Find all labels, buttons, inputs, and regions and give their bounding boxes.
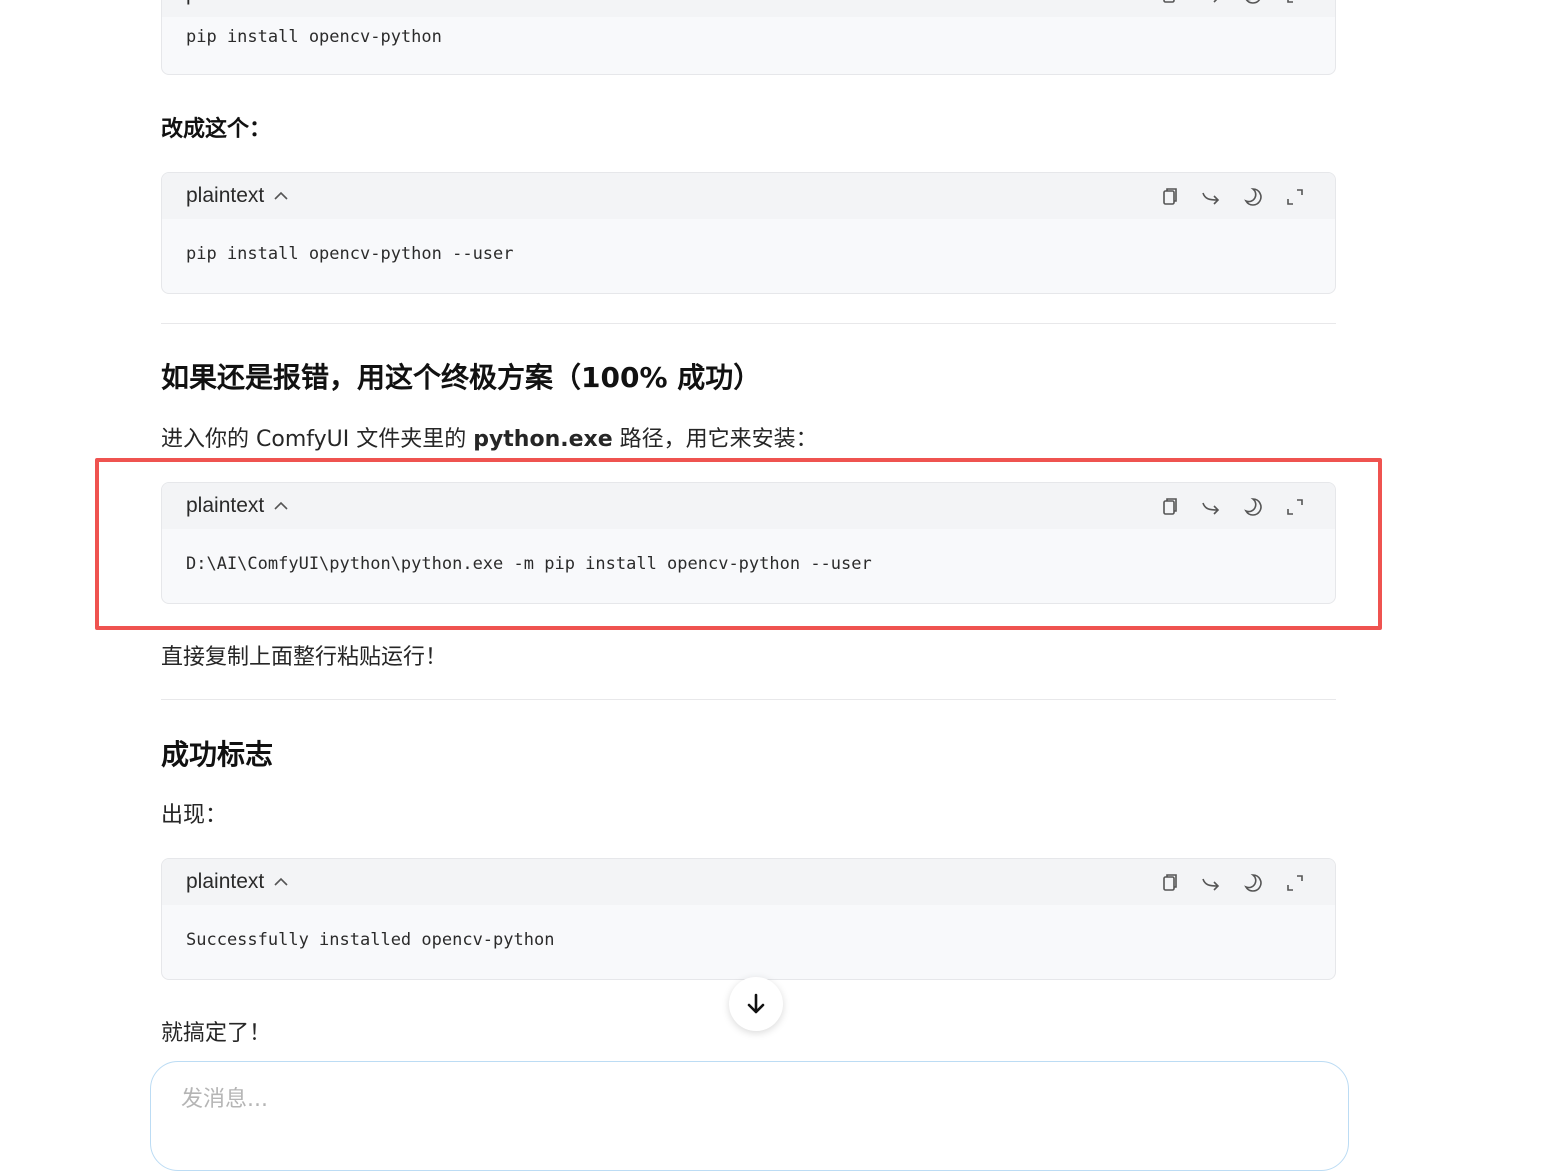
- theme-icon[interactable]: [1241, 871, 1265, 895]
- code-block-2: plaintext pip install opencv-python --us…: [161, 172, 1336, 294]
- copy-icon[interactable]: [1157, 185, 1181, 209]
- code-text: pip install opencv-python --user: [186, 244, 514, 264]
- expand-icon[interactable]: [1283, 185, 1307, 209]
- code-text: Successfully installed opencv-python: [186, 930, 555, 950]
- expand-icon[interactable]: [1283, 871, 1307, 895]
- code-toolbar: [1157, 871, 1317, 895]
- intro-bold: python.exe: [473, 427, 613, 452]
- code-toolbar: [1157, 185, 1317, 209]
- share-icon[interactable]: [1199, 0, 1223, 7]
- code-block-header: plaintext: [162, 859, 1335, 905]
- success-intro: 出现：: [161, 803, 228, 828]
- chevron-up-icon[interactable]: [272, 873, 290, 891]
- code-language-label: plaintext: [186, 0, 264, 6]
- code-toolbar: [1157, 0, 1317, 7]
- share-icon[interactable]: [1199, 871, 1223, 895]
- section-heading-success: 成功标志: [161, 738, 274, 771]
- code-language-label: plaintext: [186, 870, 265, 893]
- section-heading-fallback: 如果还是报错，用这个终极方案（100% 成功）: [161, 361, 762, 394]
- code-block-1: plaintext pip install opencv-python: [161, 0, 1336, 75]
- arrow-down-icon: [747, 993, 765, 1014]
- theme-icon[interactable]: [1241, 185, 1265, 209]
- chevron-up-icon[interactable]: [272, 187, 290, 205]
- divider: [161, 699, 1336, 700]
- code-text: pip install opencv-python: [186, 27, 442, 47]
- chevron-up-icon[interactable]: [272, 0, 290, 3]
- copy-instruction: 直接复制上面整行粘贴运行！: [161, 645, 448, 670]
- code-block-header: plaintext: [162, 173, 1335, 219]
- code-language-label: plaintext: [186, 184, 265, 207]
- copy-icon[interactable]: [1157, 871, 1181, 895]
- intro-text-end: 路径，用它来安装：: [612, 427, 818, 452]
- change-to-label: 改成这个：: [161, 117, 272, 142]
- expand-icon[interactable]: [1283, 0, 1307, 7]
- message-composer: [150, 1061, 1349, 1171]
- scroll-to-bottom-button[interactable]: [729, 977, 783, 1031]
- code-block-4: plaintext Successfully installed opencv-…: [161, 858, 1336, 980]
- divider: [161, 323, 1336, 324]
- copy-icon[interactable]: [1157, 0, 1181, 7]
- theme-icon[interactable]: [1241, 0, 1265, 7]
- message-input[interactable]: [179, 1086, 1283, 1113]
- code-block-header: plaintext: [162, 0, 1335, 17]
- fallback-intro: 进入你的 ComfyUI 文件夹里的 python.exe 路径，用它来安装：: [161, 421, 818, 453]
- highlight-box: [95, 458, 1382, 630]
- intro-text: 进入你的 ComfyUI 文件夹里的: [161, 427, 474, 452]
- share-icon[interactable]: [1199, 185, 1223, 209]
- done-text: 就搞定了！: [161, 1021, 272, 1046]
